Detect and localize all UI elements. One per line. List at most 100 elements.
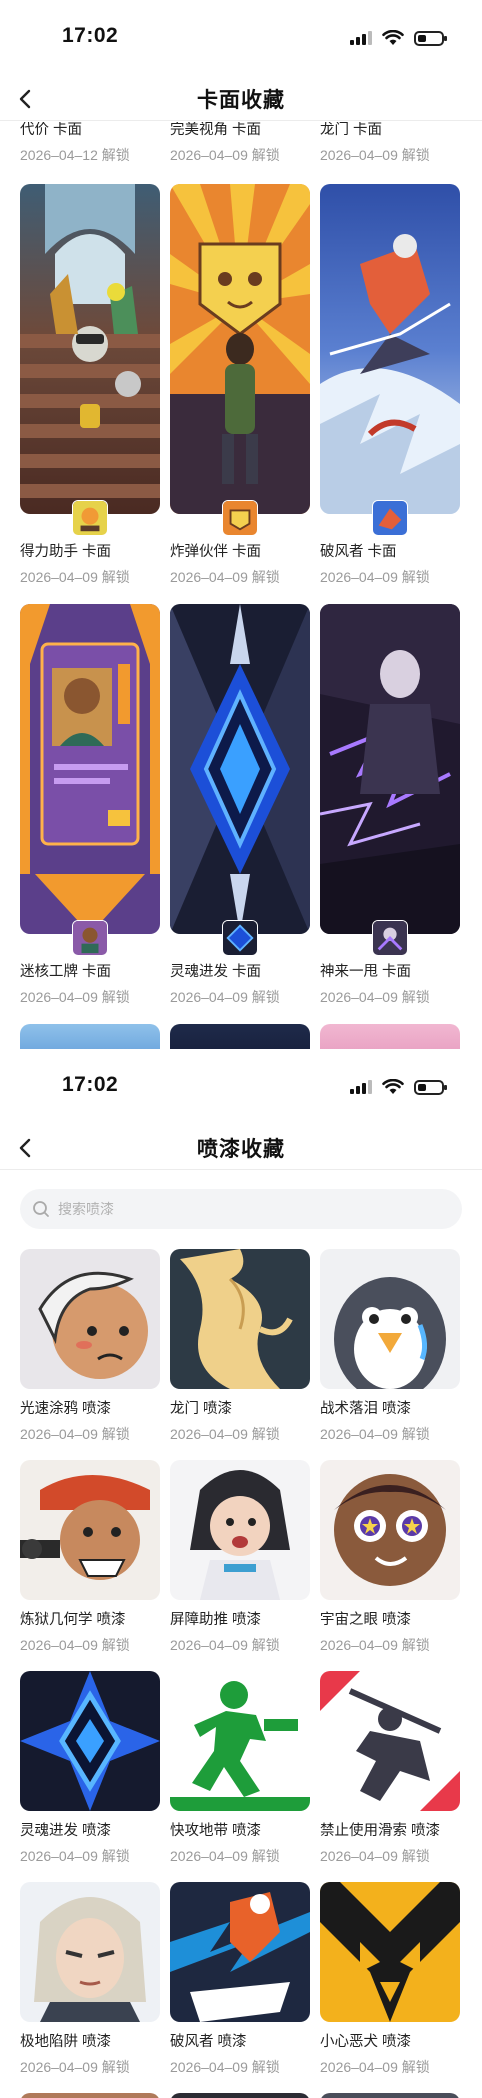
card-art-blue-diamond [170,604,310,934]
card-item[interactable]: 神来一甩 卡面 2026–04–09 解锁 [320,604,460,1007]
spray-unlock-date: 2026–04–09 解锁 [320,1426,430,1442]
spray-art-grumpy-face[interactable] [20,1249,160,1389]
spray-unlock-date: 2026–04–09 解锁 [20,1426,130,1442]
card-item[interactable]: 灵魂进发 卡面 2026–04–09 解锁 [170,604,310,1007]
spray-art-green-runner[interactable] [170,1671,310,1811]
spray-item[interactable]: 炼狱几何学 喷漆 2026–04–09 解锁 [20,1460,160,1655]
battery-icon [414,1079,447,1095]
spray-art-bandana-gunner[interactable] [20,1460,160,1600]
spray-name: 光速涂鸦 喷漆 [20,1401,112,1417]
spray-item[interactable]: 龙门 喷漆 2026–04–09 解锁 [170,1249,310,1444]
card-art-wind-skier [320,184,460,514]
nav-divider [0,120,482,121]
card-thumbnail[interactable] [320,604,460,956]
spray-unlock-date: 2026–04–09 解锁 [170,1426,280,1442]
card-unlock-date: 2026–04–09 解锁 [320,147,430,163]
card-thumbnail[interactable] [20,604,160,956]
card-name: 完美视角 卡面 [170,122,262,138]
spray-art-zipline-sign[interactable] [320,1671,460,1811]
spray-tile[interactable] [20,2093,160,2098]
spray-item[interactable]: 宇宙之眼 喷漆 2026–04–09 解锁 [320,1460,460,1655]
card-unlock-date: 2026–04–09 解锁 [170,147,280,163]
spray-art-golden-dragon[interactable] [170,1249,310,1389]
card-thumbnail[interactable] [20,1024,160,1049]
spray-art-blue-diamond[interactable] [20,1671,160,1811]
card-caption[interactable]: 龙门 卡面 2026–04–09 解锁 [320,122,460,165]
spray-unlock-date: 2026–04–09 解锁 [20,2059,130,2075]
spray-art-wind-dash[interactable] [170,1882,310,2022]
spray-name: 快攻地带 喷漆 [170,1823,262,1839]
search-input[interactable]: 搜索喷漆 [20,1189,462,1229]
spray-unlock-date: 2026–04–09 解锁 [320,1637,430,1653]
status-icons [350,30,447,46]
card-caption[interactable]: 完美视角 卡面 2026–04–09 解锁 [170,122,310,165]
spray-item[interactable]: 光速涂鸦 喷漆 2026–04–09 解锁 [20,1249,160,1444]
card-name: 炸弹伙伴 卡面 [170,544,262,560]
spray-item[interactable]: 禁止使用滑索 喷漆 2026–04–09 解锁 [320,1671,460,1866]
card-item[interactable]: 破风者 卡面 2026–04–09 解锁 [320,184,460,587]
wifi-icon [382,1079,404,1094]
page-title: 卡面收藏 [197,89,285,112]
card-thumbnail[interactable] [170,184,310,536]
card-item[interactable]: 迷核工牌 卡面 2026–04–09 解锁 [20,604,160,1007]
spray-name: 破风者 喷漆 [170,2034,247,2050]
spray-art-star-eyes[interactable] [320,1460,460,1600]
spray-item[interactable]: 快攻地带 喷漆 2026–04–09 解锁 [170,1671,310,1866]
spray-name: 禁止使用滑索 喷漆 [320,1823,441,1839]
spray-tile[interactable] [170,2093,310,2098]
spray-name: 战术落泪 喷漆 [320,1401,412,1417]
card-name: 神来一甩 卡面 [320,964,412,980]
card-thumbnail[interactable] [20,184,160,536]
spray-art-yellow-beast[interactable] [320,1882,460,2022]
card-unlock-date: 2026–04–09 解锁 [20,989,130,1005]
spray-item[interactable]: 屏障助推 喷漆 2026–04–09 解锁 [170,1460,310,1655]
spray-grid: 光速涂鸦 喷漆 2026–04–09 解锁 龙门 喷漆 2026–04–09 解… [0,1249,482,2098]
cellular-signal-icon [350,31,372,45]
spray-name: 炼狱几何学 喷漆 [20,1612,126,1628]
status-bar: 17:02 [0,1049,482,1127]
spray-unlock-date: 2026–04–09 解锁 [320,1848,430,1864]
search-placeholder: 搜索喷漆 [58,1201,114,1217]
card-thumbnail[interactable] [170,604,310,956]
card-badge-icon [372,500,408,536]
card-badge-icon [222,500,258,536]
status-bar: 17:02 [0,0,482,78]
nav-bar: 喷漆收藏 [0,1127,482,1171]
card-name: 龙门 卡面 [320,122,383,138]
card-caption[interactable]: 代价 卡面 2026–04–12 解锁 [20,122,160,165]
card-name: 灵魂进发 卡面 [170,964,262,980]
card-unlock-date: 2026–04–09 解锁 [170,989,280,1005]
card-item[interactable]: 炸弹伙伴 卡面 2026–04–09 解锁 [170,184,310,587]
spray-name: 灵魂进发 喷漆 [20,1823,112,1839]
spray-name: 屏障助推 喷漆 [170,1612,262,1628]
card-grid: 代价 卡面 2026–04–12 解锁 完美视角 卡面 2026–04–09 解… [0,122,482,1049]
spray-item[interactable]: 小心恶犬 喷漆 2026–04–09 解锁 [320,1882,460,2077]
spray-item[interactable]: 破风者 喷漆 2026–04–09 解锁 [170,1882,310,2077]
wifi-icon [382,30,404,45]
status-icons [350,1079,447,1095]
spray-item[interactable]: 战术落泪 喷漆 2026–04–09 解锁 [320,1249,460,1444]
card-badge-icon [72,920,108,956]
spray-unlock-date: 2026–04–09 解锁 [20,1637,130,1653]
card-unlock-date: 2026–04–12 解锁 [20,147,130,163]
spray-item[interactable]: 极地陷阱 喷漆 2026–04–09 解锁 [20,1882,160,2077]
status-time: 17:02 [62,1073,119,1096]
spray-item[interactable]: 灵魂进发 喷漆 2026–04–09 解锁 [20,1671,160,1866]
search-icon [33,1201,49,1217]
spray-tile[interactable] [320,2093,460,2098]
card-thumbnail[interactable] [170,1024,310,1049]
card-thumbnail[interactable] [320,184,460,536]
spray-art-crying-penguin[interactable] [320,1249,460,1389]
nav-bar: 卡面收藏 [0,78,482,122]
card-item[interactable]: 得力助手 卡面 2026–04–09 解锁 [20,184,160,587]
spray-unlock-date: 2026–04–09 解锁 [170,2059,280,2075]
card-thumbnail[interactable] [320,1024,460,1049]
card-art-robot-stairs [20,184,160,514]
card-collection-screen: 17:02 卡面收藏 代价 卡面 2026–04–12 解锁 完美视角 卡面 2… [0,0,482,1049]
spray-art-shouting-girl[interactable] [170,1460,310,1600]
spray-name: 宇宙之眼 喷漆 [320,1612,412,1628]
battery-icon [414,30,447,46]
card-badge-icon [372,920,408,956]
spray-art-polar-girl[interactable] [20,1882,160,2022]
card-art-bomb-buddy [170,184,310,514]
